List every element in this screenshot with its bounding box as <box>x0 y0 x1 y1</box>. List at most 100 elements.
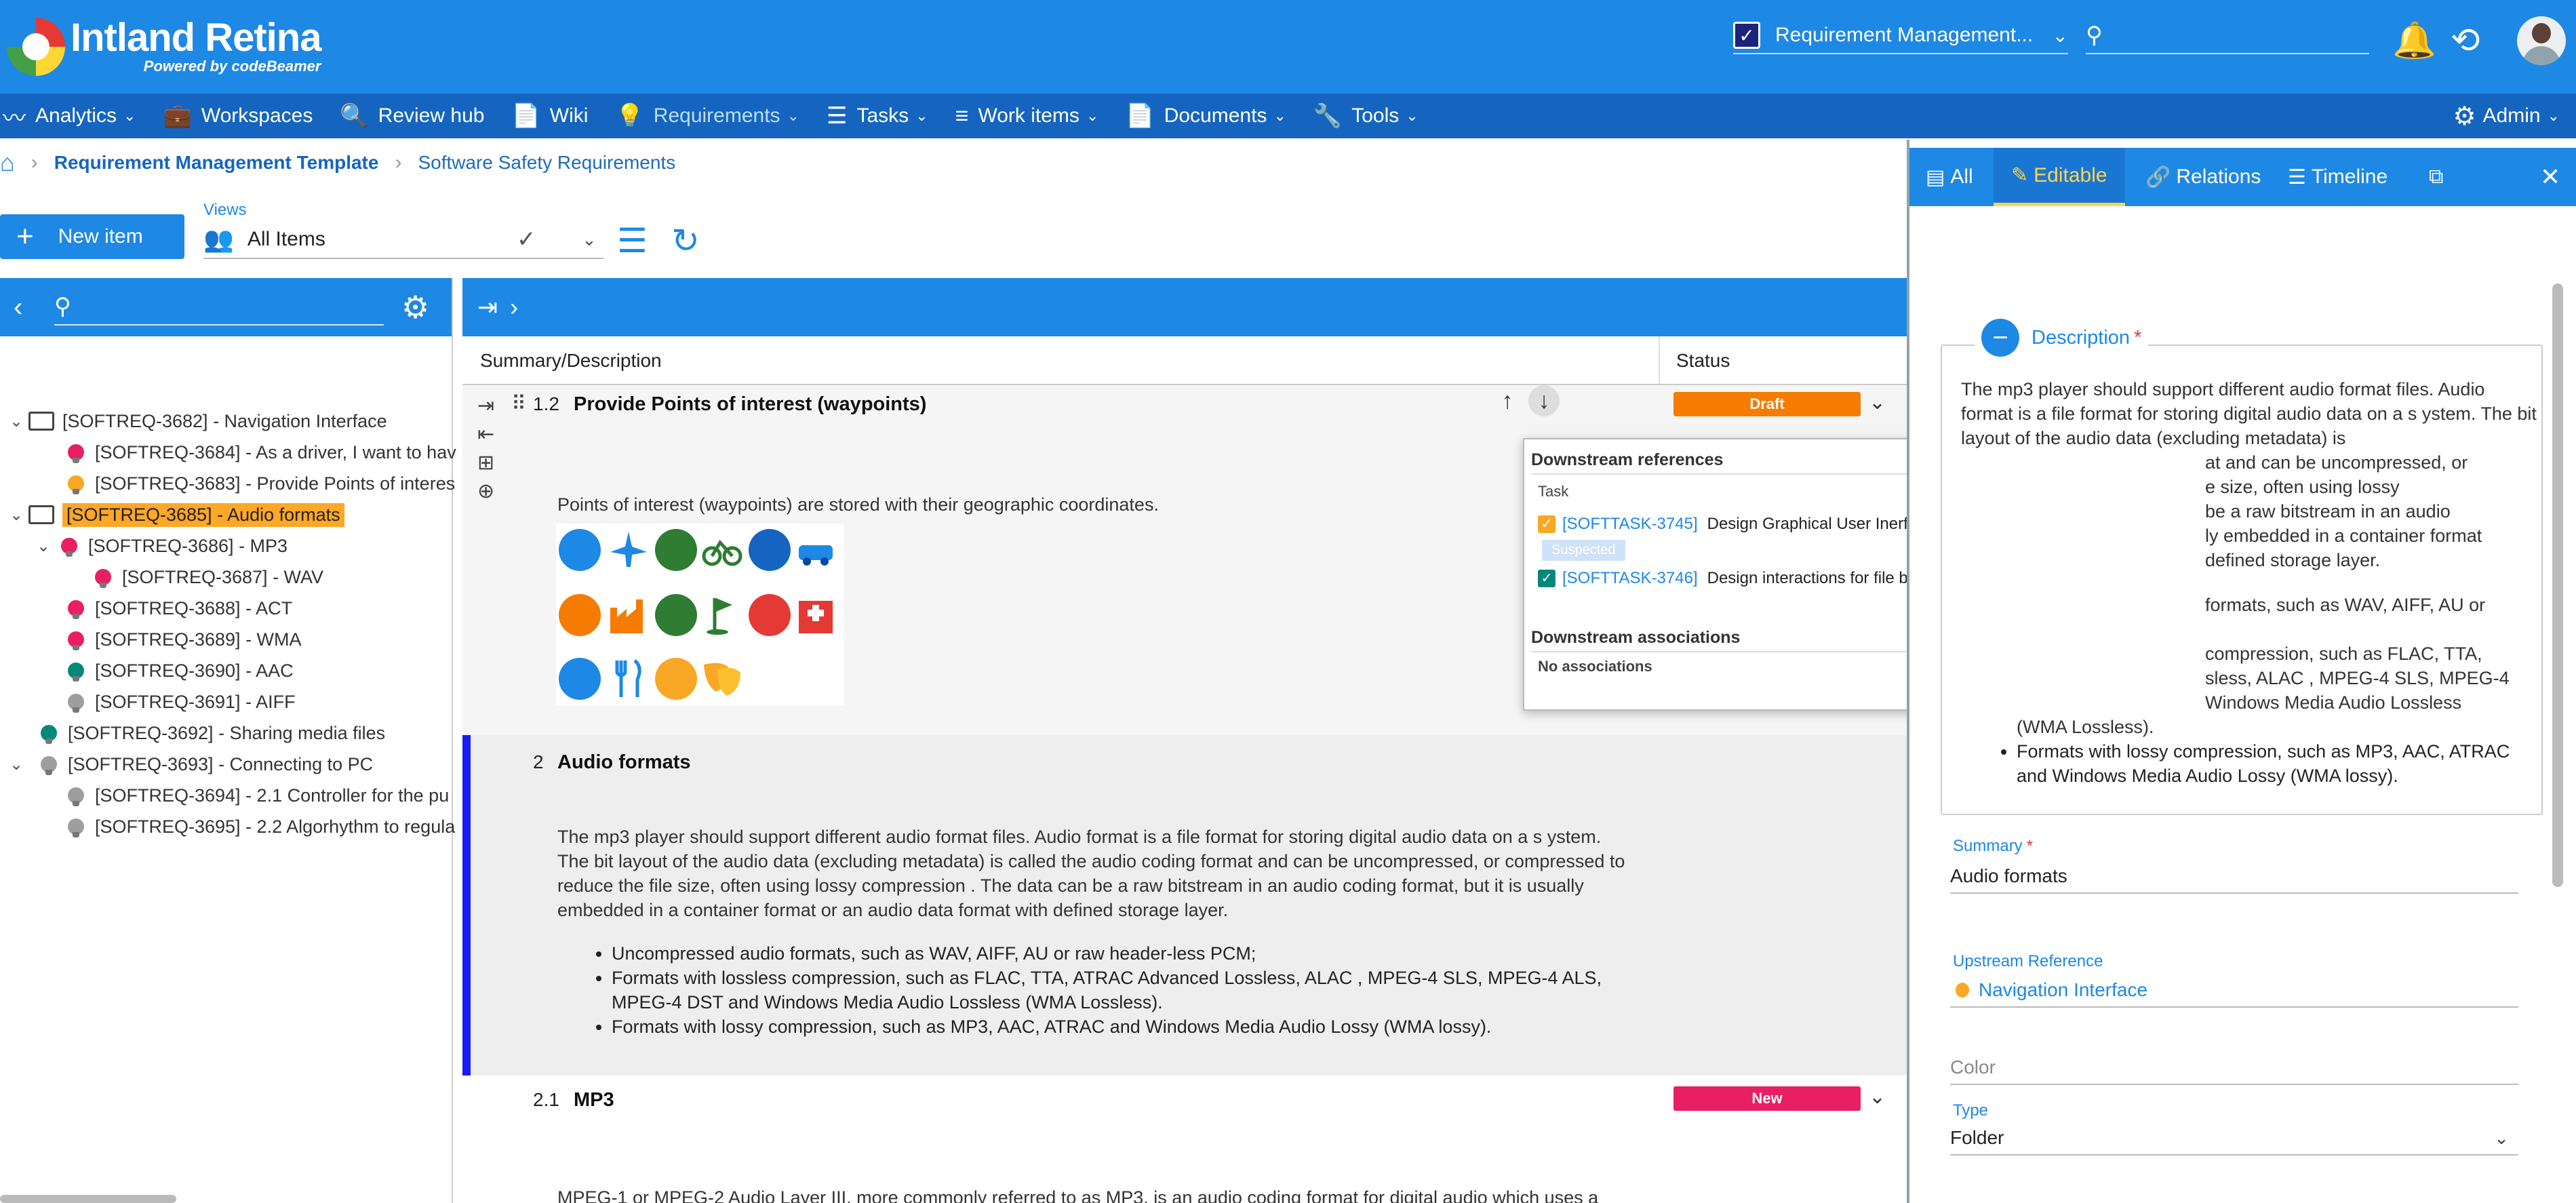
gear-icon[interactable]: ⚙ <box>401 289 429 326</box>
tree-item[interactable]: ⌄ [SOFTREQ-3682] - Navigation Interface <box>4 406 387 437</box>
reference-id-link[interactable]: [SOFTTASK-3746] <box>1562 569 1698 588</box>
nav-admin-label: Admin <box>2482 104 2541 127</box>
tree-item[interactable]: [SOFTREQ-3689] - WMA <box>68 624 302 655</box>
open-new-window-icon[interactable]: ⧉ <box>2429 148 2443 206</box>
drag-handle-icon[interactable]: ⠿ <box>511 392 526 416</box>
chevron-down-icon[interactable]: ⌄ <box>1869 391 1886 414</box>
global-search-input[interactable]: ⚲ <box>2086 18 2369 54</box>
column-header-status[interactable]: Status <box>1676 336 1730 385</box>
suspected-badge[interactable]: Suspected <box>1542 540 1625 561</box>
tree-item-label: [SOFTREQ-3687] - WAV <box>122 566 324 587</box>
tree-item[interactable]: [SOFTREQ-3684] - As a driver, I want to … <box>68 437 456 468</box>
upstream-reference-field[interactable]: Navigation Interface <box>1950 974 2518 1008</box>
nav-tools[interactable]: 🔧 Tools ⌄ <box>1313 102 1419 130</box>
tree-item[interactable]: [SOFTREQ-3683] - Provide Points of inter… <box>68 468 455 499</box>
row-title[interactable]: MP3 <box>574 1089 614 1111</box>
chevron-down-icon[interactable]: ⌄ <box>31 536 56 556</box>
nav-tasks[interactable]: ☰ Tasks ⌄ <box>827 102 928 130</box>
collapse-minus-icon[interactable]: − <box>1981 319 2019 357</box>
views-select[interactable]: 👥 All Items ✓ ⌄ <box>203 221 603 259</box>
color-field[interactable]: Color <box>1950 1051 2518 1085</box>
add-child-icon[interactable]: ⊞ <box>477 449 503 477</box>
summary-input[interactable]: Audio formats <box>1950 860 2518 894</box>
bulb-icon: 💡 <box>615 103 644 129</box>
history-icon[interactable]: ⟲ <box>2451 20 2480 61</box>
nav-work-items[interactable]: ≡ Work items ⌄ <box>955 103 1099 130</box>
close-icon[interactable]: ✕ <box>2540 148 2560 206</box>
nav-analytics[interactable]: 〰 Analytics ⌄ <box>3 100 136 133</box>
tree-item[interactable]: ⌄ [SOFTREQ-3693] - Connecting to PC <box>4 749 373 780</box>
checkbox-icon[interactable]: ✓ <box>1538 569 1555 587</box>
tree-item[interactable]: [SOFTREQ-3694] - 2.1 Controller for the … <box>68 780 449 811</box>
views-select-value: All Items <box>247 228 325 250</box>
tree-item[interactable]: [SOFTREQ-3687] - WAV <box>95 561 323 593</box>
golf-badge-icon <box>655 594 697 636</box>
project-selector[interactable]: ✓ Requirement Management... ⌄ <box>1733 18 2068 54</box>
outdent-icon[interactable]: ⇤ <box>477 420 503 449</box>
tree-item-label: [SOFTREQ-3693] - Connecting to PC <box>68 753 374 774</box>
indent-icon[interactable]: ⇥ <box>477 392 503 420</box>
avatar[interactable] <box>2517 16 2566 65</box>
nav-admin[interactable]: ⚙ Admin ⌄ <box>2453 94 2560 138</box>
people-icon: 👥 <box>203 225 234 253</box>
status-badge[interactable]: New <box>1673 1086 1861 1111</box>
list-view-icon[interactable]: ☰ <box>617 221 648 260</box>
check-icon[interactable]: ✓ <box>517 226 536 253</box>
tree-item[interactable]: ⌄ [SOFTREQ-3686] - MP3 <box>31 530 288 561</box>
chevron-down-icon: ⌄ <box>1086 107 1099 124</box>
poi-icon-image <box>556 524 844 705</box>
chevron-down-icon[interactable]: ⌄ <box>1869 1085 1886 1109</box>
arrow-up-icon[interactable]: ↑ <box>1492 385 1523 416</box>
golf-flag-icon <box>701 594 743 636</box>
row-bullet-list: Uncompressed audio formats, such as WAV,… <box>584 941 1629 1039</box>
new-item-button[interactable]: + New item <box>0 214 184 259</box>
status-badge[interactable]: Draft <box>1673 392 1861 416</box>
nav-wiki[interactable]: 📄 Wiki <box>511 102 588 130</box>
tab-timeline-label: Timeline <box>2311 165 2388 188</box>
nav-requirements[interactable]: 💡 Requirements ⌄ <box>615 102 799 130</box>
chevron-down-icon[interactable]: ⌄ <box>4 755 28 774</box>
nav-documents[interactable]: 📄 Documents ⌄ <box>1126 102 1286 130</box>
chevron-left-icon[interactable]: ‹ <box>14 292 22 323</box>
chevron-down-icon[interactable]: ⌄ <box>4 412 28 431</box>
breadcrumb-current[interactable]: Software Safety Requirements <box>418 152 675 174</box>
properties-scrollbar[interactable] <box>2552 283 2563 887</box>
upstream-reference-link[interactable]: Navigation Interface <box>1979 979 2147 1001</box>
reference-id-link[interactable]: [SOFTTASK-3745] <box>1562 515 1698 534</box>
chevron-down-icon[interactable]: ⌄ <box>4 505 28 525</box>
tree-item[interactable]: [SOFTREQ-3692] - Sharing media files <box>41 717 385 749</box>
nav-workspaces[interactable]: 💼 Workspaces <box>163 102 313 130</box>
tree-item[interactable]: [SOFTREQ-3691] - AIFF <box>68 686 296 717</box>
bell-icon[interactable]: 🔔 <box>2392 20 2436 61</box>
tab-all[interactable]: ▤ All <box>1926 148 1973 206</box>
chevron-right-icon[interactable]: › <box>510 293 518 321</box>
tree-item[interactable]: [SOFTREQ-3688] - ACT <box>68 593 292 624</box>
add-icon[interactable]: ⊕ <box>477 477 503 506</box>
tree-search-input[interactable]: ⚲ <box>54 289 384 326</box>
checkbox-icon[interactable]: ✓ <box>1538 515 1555 533</box>
row-title[interactable]: Provide Points of interest (waypoints) <box>574 393 926 416</box>
breadcrumb-project[interactable]: Requirement Management Template <box>54 152 379 174</box>
tab-timeline[interactable]: ☰ Timeline <box>2288 148 2387 206</box>
row-title[interactable]: Audio formats <box>557 751 691 774</box>
column-header-summary[interactable]: Summary/Description <box>480 336 662 385</box>
tree-item[interactable]: [SOFTREQ-3695] - 2.2 Algorhythm to regul… <box>68 811 455 842</box>
nav-review-hub[interactable]: 🔍 Review hub <box>340 102 484 130</box>
home-icon[interactable]: ⌂ <box>0 149 15 177</box>
document-icon: 📄 <box>511 103 540 129</box>
description-label-text: Description <box>2032 326 2131 349</box>
tab-relations[interactable]: 🔗 Relations <box>2145 148 2261 206</box>
tree-item[interactable]: [SOFTREQ-3690] - AAC <box>68 655 294 686</box>
app-logo[interactable]: Intland Retina Powered by codeBeamer <box>7 16 321 77</box>
type-select[interactable]: Folder ⌄ <box>1950 1122 2518 1156</box>
collapse-icon[interactable]: ⇥ <box>477 293 498 321</box>
car-badge-icon <box>749 529 791 571</box>
tree-item-selected[interactable]: ⌄ [SOFTREQ-3685] - Audio formats <box>4 499 344 530</box>
arrow-down-icon[interactable]: ↓ <box>1528 385 1560 416</box>
link-icon: 🔗 <box>2145 165 2171 189</box>
tab-editable[interactable]: ✎ Editable <box>1994 148 2125 206</box>
chevron-down-icon[interactable]: ⌄ <box>582 229 597 250</box>
requirement-bulb-icon <box>1956 983 1969 998</box>
refresh-icon[interactable]: ↻ <box>671 221 700 260</box>
tree-horizontal-scrollbar[interactable] <box>0 1195 176 1203</box>
